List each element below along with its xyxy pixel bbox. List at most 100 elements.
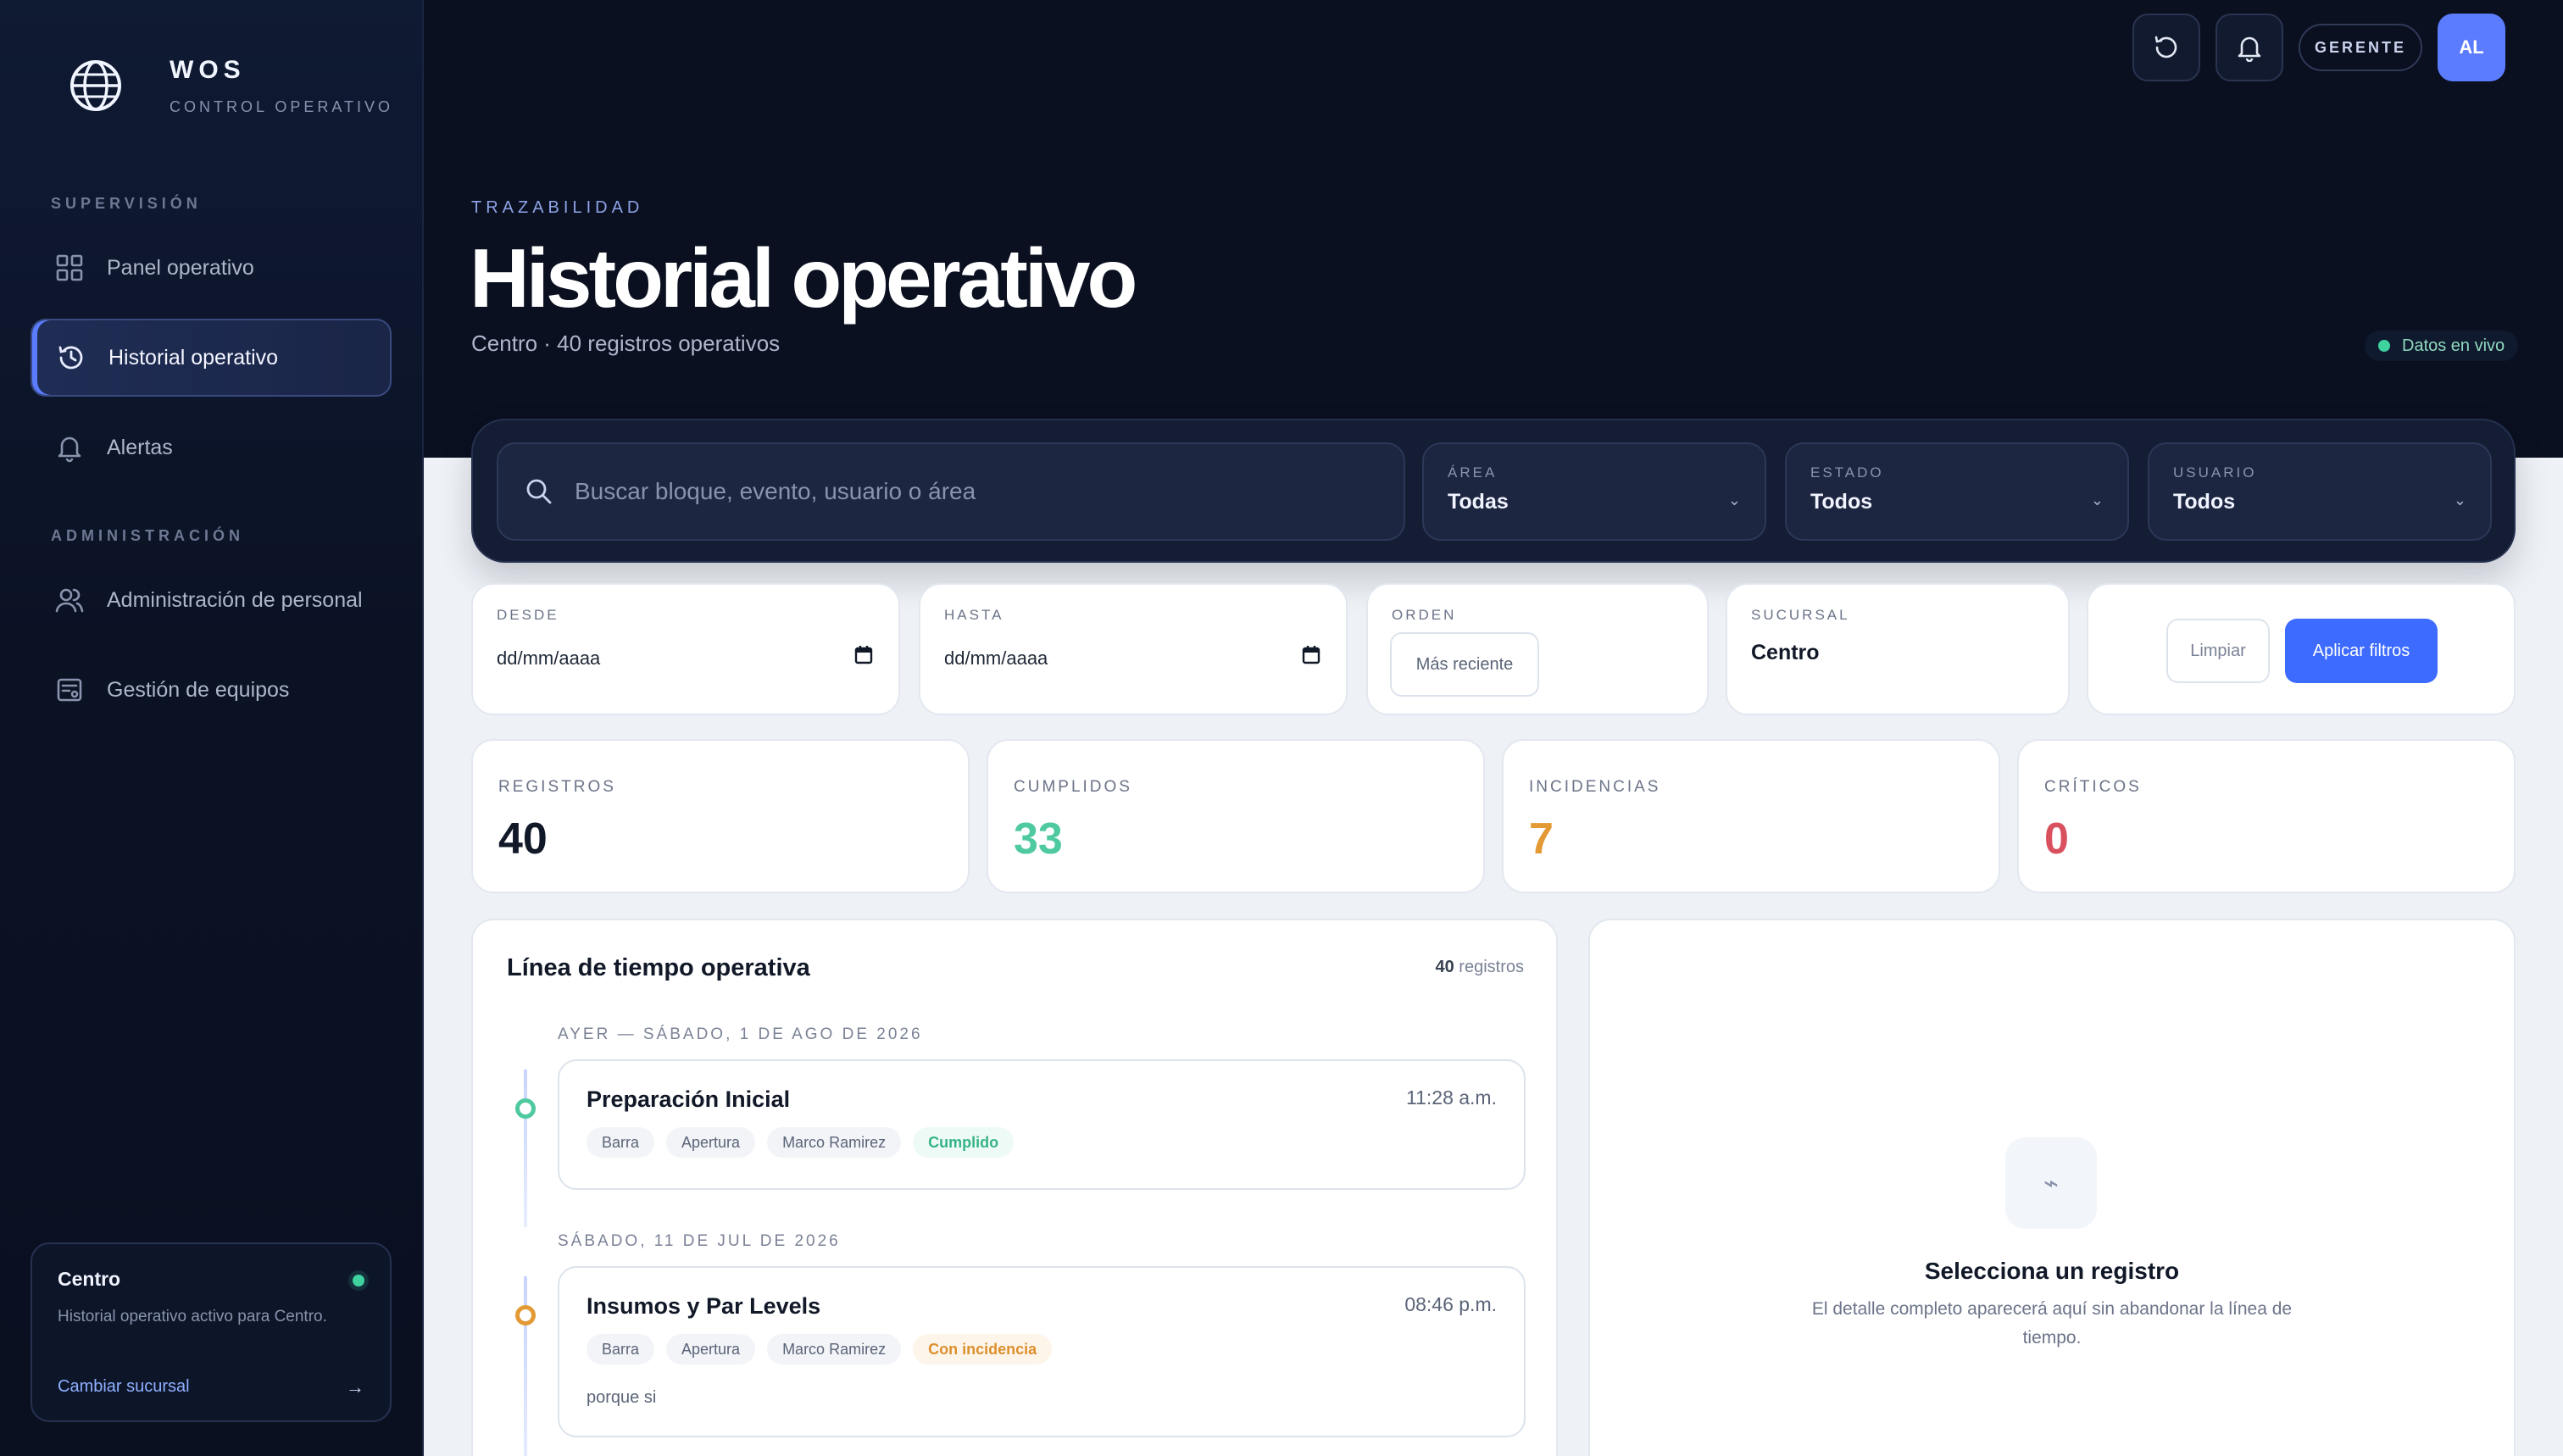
estado-dropdown[interactable]: ESTADO Todos ⌄ [1785, 442, 2129, 541]
status-badge: Cumplido [913, 1127, 1015, 1158]
sidebar-item-label: Administración de personal [107, 587, 363, 612]
brand-name: WOS [170, 56, 246, 84]
date-from-value[interactable]: dd/mm/aaaa [497, 647, 600, 670]
sidebar-item-label: Alertas [107, 435, 173, 459]
page-title: Historial operativo [470, 231, 1137, 325]
stat-card-incidencias: INCIDENCIAS 7 [1502, 739, 2000, 893]
tag: Barra [587, 1334, 655, 1364]
chevron-down-icon: ⌄ [1727, 492, 1741, 508]
detail-panel: ⌁ Selecciona un registro El detalle comp… [1588, 919, 2516, 1456]
tag: Marco Ramirez [767, 1334, 902, 1364]
sidebar: WOS CONTROL OPERATIVO SUPERVISIÓN Panel … [0, 0, 424, 1456]
order-field: ORDEN Más reciente [1366, 583, 1709, 715]
apply-filters-button[interactable]: Aplicar filtros [2285, 619, 2438, 683]
dropdown-value: Todos [1810, 490, 1873, 514]
stat-label: CRÍTICOS [2044, 778, 2142, 796]
area-dropdown[interactable]: ÁREA Todas ⌄ [1422, 442, 1766, 541]
timeline-title: Línea de tiempo operativa [507, 954, 810, 981]
usuario-dropdown[interactable]: USUARIO Todos ⌄ [2148, 442, 2492, 541]
date-from-field[interactable]: DESDE dd/mm/aaaa [471, 583, 900, 715]
change-branch-link[interactable]: Cambiar sucursal [58, 1377, 190, 1397]
field-label: SUCURSAL [1751, 607, 1850, 623]
refresh-icon [2154, 36, 2177, 58]
sidebar-item-panel-operativo[interactable]: Panel operativo [31, 229, 392, 307]
stat-label: INCIDENCIAS [1529, 778, 1661, 796]
refresh-button[interactable] [2132, 14, 2200, 81]
nav-section-supervision: SUPERVISIÓN [51, 195, 202, 212]
day-label: SÁBADO, 11 DE JUL DE 2026 [558, 1232, 841, 1250]
date-to-value[interactable]: dd/mm/aaaa [944, 647, 1048, 670]
bell-icon [58, 436, 81, 463]
sidebar-item-administracion-personal[interactable]: Administración de personal [31, 561, 392, 639]
notifications-button[interactable] [2216, 14, 2283, 81]
sidebar-item-gestion-equipos[interactable]: Gestión de equipos [31, 651, 392, 729]
order-select[interactable]: Más reciente [1390, 632, 1539, 697]
stat-label: REGISTROS [498, 778, 616, 796]
branch-status-dot [353, 1275, 364, 1287]
history-icon [58, 346, 83, 370]
pulse-icon: ⌁ [2043, 1169, 2060, 1198]
branch-card: Centro Historial operativo activo para C… [31, 1242, 392, 1422]
timeline-entry[interactable]: Preparación Inicial 11:28 a.m. Barra Ape… [558, 1059, 1526, 1190]
timeline-panel: Línea de tiempo operativa 40 registros A… [471, 919, 1558, 1456]
branch-value: Centro [1751, 641, 1820, 664]
search-input[interactable] [575, 478, 1337, 505]
sidebar-item-alertas[interactable]: Alertas [31, 408, 392, 486]
entry-tags: Barra Apertura Marco Ramirez Con inciden… [587, 1334, 1053, 1364]
live-indicator: Datos en vivo [2365, 331, 2519, 361]
users-icon [55, 588, 84, 613]
date-to-field[interactable]: HASTA dd/mm/aaaa [919, 583, 1348, 715]
entry-time: 08:46 p.m. [1404, 1293, 1497, 1315]
entry-tags: Barra Apertura Marco Ramirez Cumplido [587, 1127, 1015, 1158]
nav-section-administracion: ADMINISTRACIÓN [51, 527, 244, 544]
stat-value: 7 [1529, 814, 1554, 864]
page-eyebrow: TRAZABILIDAD [471, 198, 644, 217]
timeline-line [524, 1070, 527, 1227]
dropdown-label: ESTADO [1810, 464, 1884, 481]
calendar-icon[interactable] [853, 644, 875, 666]
page-subtitle: Centro · 40 registros operativos [471, 331, 781, 356]
chevron-down-icon: ⌄ [2090, 492, 2104, 508]
status-badge: Con incidencia [913, 1334, 1053, 1364]
stat-label: CUMPLIDOS [1014, 778, 1132, 796]
timeline-dot [515, 1305, 536, 1325]
tag: Marco Ramirez [767, 1127, 902, 1158]
field-label: DESDE [497, 607, 559, 623]
timeline-count: 40 registros [1435, 958, 1524, 977]
brand-subtitle: CONTROL OPERATIVO [170, 98, 394, 115]
filter-actions: Limpiar Aplicar filtros [2087, 583, 2516, 715]
stat-value: 0 [2044, 814, 2069, 864]
timeline-count-number: 40 [1435, 958, 1454, 976]
sidebar-item-historial-operativo[interactable]: Historial operativo [31, 319, 392, 397]
empty-state-icon: ⌁ [2005, 1137, 2097, 1229]
branch-field[interactable]: SUCURSAL Centro [1726, 583, 2070, 715]
stat-card-criticos: CRÍTICOS 0 [2017, 739, 2516, 893]
timeline-entry[interactable]: Insumos y Par Levels 08:46 p.m. Barra Ap… [558, 1266, 1526, 1437]
tag: Barra [587, 1127, 655, 1158]
avatar[interactable]: AL [2438, 14, 2505, 81]
entry-note: porque si [587, 1388, 657, 1407]
timeline-line [524, 1276, 527, 1456]
arrow-right-icon[interactable]: → [346, 1376, 364, 1398]
dropdown-label: ÁREA [1448, 464, 1498, 481]
tag: Apertura [666, 1334, 756, 1364]
entry-time: 11:28 a.m. [1406, 1086, 1497, 1109]
bell-icon [2238, 36, 2261, 62]
globe-logo-icon [70, 60, 121, 111]
filter-bar: ÁREA Todas ⌄ ESTADO Todos ⌄ USUARIO Todo… [471, 419, 2516, 563]
sidebar-item-label: Gestión de equipos [107, 677, 290, 702]
equipment-icon [57, 678, 82, 702]
role-badge[interactable]: GERENTE [2299, 24, 2422, 71]
branch-card-title: Centro [58, 1268, 121, 1290]
dropdown-value: Todas [1448, 490, 1509, 514]
search-box[interactable] [497, 442, 1405, 541]
field-label: HASTA [944, 607, 1004, 623]
live-label: Datos en vivo [2402, 336, 2505, 355]
empty-state-title: Selecciona un registro [1924, 1258, 2180, 1284]
calendar-icon[interactable] [1300, 644, 1322, 666]
live-dot-icon [2378, 340, 2390, 352]
empty-state-description: El detalle completo aparecerá aquí sin a… [1811, 1299, 2293, 1348]
entry-title: Preparación Inicial [587, 1086, 791, 1112]
search-icon [526, 479, 552, 504]
clear-button[interactable]: Limpiar [2166, 619, 2270, 683]
